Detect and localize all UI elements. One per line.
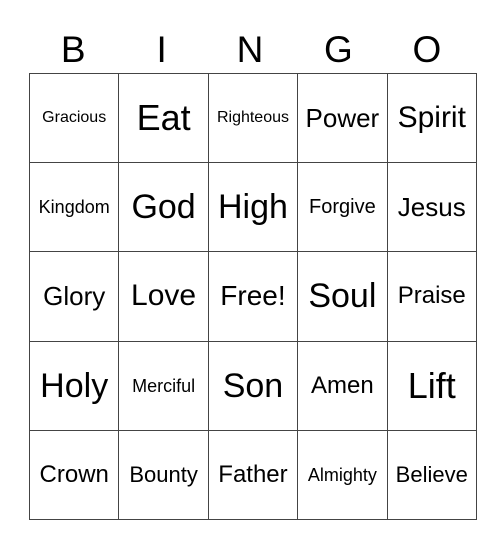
card-cell[interactable]: Free!: [207, 251, 299, 342]
card-row: Kingdom God High Forgive Jesus: [28, 162, 477, 253]
card-cell[interactable]: Love: [118, 251, 209, 342]
card-cell[interactable]: Jesus: [386, 162, 477, 253]
header-letter-b: B: [60, 29, 86, 70]
card-cell[interactable]: Kingdom: [28, 162, 120, 253]
header-letter-n: N: [236, 29, 264, 70]
card-cell[interactable]: Son: [207, 340, 299, 431]
card-cell[interactable]: Praise: [386, 251, 477, 342]
card-cell[interactable]: God: [118, 162, 209, 253]
card-cell[interactable]: Amen: [297, 340, 388, 431]
card-cell[interactable]: Eat: [118, 72, 209, 164]
card-cell[interactable]: Spirit: [386, 72, 477, 164]
card-row: Holy Merciful Son Amen Lift: [28, 340, 477, 431]
card-cell[interactable]: Soul: [297, 251, 388, 342]
card-row: Glory Love Free! Soul Praise: [28, 251, 477, 342]
card-cell[interactable]: Father: [207, 429, 299, 520]
bingo-card: Gracious Eat Righteous Power Spirit King…: [28, 72, 477, 520]
header-letter-o: O: [412, 29, 442, 70]
card-cell[interactable]: Righteous: [207, 72, 299, 164]
card-cell[interactable]: Believe: [386, 429, 477, 520]
bingo-header: B I N G O: [29, 28, 471, 72]
card-row: Crown Bounty Father Almighty Believe: [28, 429, 477, 520]
card-cell[interactable]: Glory: [28, 251, 120, 342]
header-letter-g: G: [324, 29, 353, 70]
card-cell[interactable]: Bounty: [118, 429, 209, 520]
card-cell[interactable]: Merciful: [118, 340, 209, 431]
card-cell[interactable]: Lift: [386, 340, 477, 431]
card-cell[interactable]: Gracious: [28, 72, 120, 164]
card-cell[interactable]: Almighty: [297, 429, 388, 520]
card-cell[interactable]: Crown: [28, 429, 120, 520]
card-cell[interactable]: Forgive: [297, 162, 388, 253]
header-letter-i: I: [156, 29, 167, 70]
card-row: Gracious Eat Righteous Power Spirit: [28, 72, 477, 164]
card-cell[interactable]: Holy: [28, 340, 120, 431]
card-cell[interactable]: High: [207, 162, 299, 253]
card-cell[interactable]: Power: [297, 72, 388, 164]
